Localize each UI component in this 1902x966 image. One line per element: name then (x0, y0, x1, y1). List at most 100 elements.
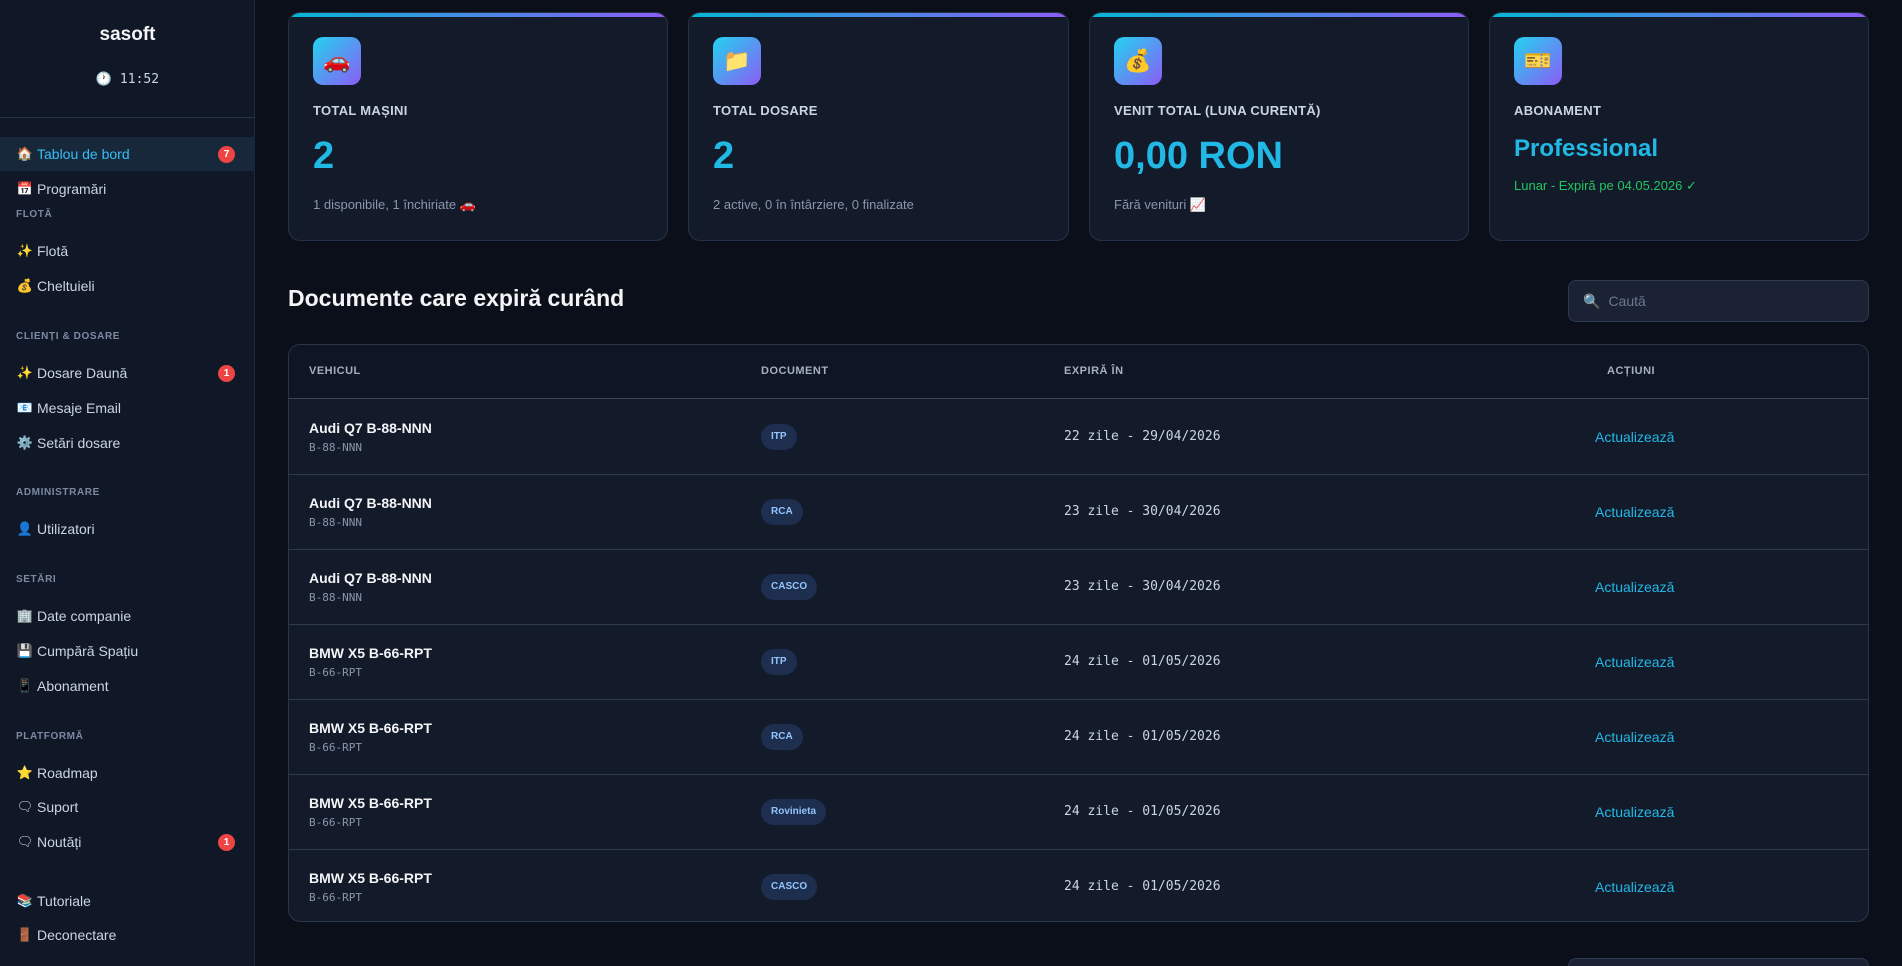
vehicle-name: BMW X5 B-66-RPT (309, 795, 432, 811)
sidebar-item-fleet[interactable]: ✨ Flotă (0, 234, 255, 268)
table-row: BMW X5 B-66-RPT B-66-RPT RCA 24 zile - 0… (289, 700, 1868, 775)
sidebar-item-claims[interactable]: ✨ Dosare Daună 1 (0, 356, 255, 390)
table-row: BMW X5 B-66-RPT B-66-RPT CASCO 24 zile -… (289, 850, 1868, 921)
sidebar-item-label: Setări dosare (37, 435, 121, 451)
document-badge: CASCO (761, 574, 818, 600)
expiring-documents-table: VEHICUL DOCUMENT EXPIRĂ ÎN ACȚIUNI Audi … (288, 344, 1869, 922)
expiry-text: 23 zile - 30/04/2026 (1064, 579, 1221, 594)
sidebar-item-label: Cumpără Spațiu (37, 643, 139, 659)
card-value: 2 (313, 135, 335, 177)
expiry-text: 22 zile - 29/04/2026 (1064, 429, 1221, 444)
sidebar-item-email[interactable]: 📧 Mesaje Email (0, 391, 255, 425)
sidebar-item-label: Suport (37, 799, 79, 815)
sidebar-item-subscription[interactable]: 📱 Abonament (0, 669, 255, 703)
update-link[interactable]: Actualizează (1595, 504, 1674, 520)
next-section-search-edge (1568, 958, 1869, 966)
chat-bubble-icon: 🗨 (16, 799, 34, 814)
card-label: TOTAL DOSARE (713, 103, 818, 118)
sidebar-item-logout[interactable]: 🚪 Deconectare (0, 918, 255, 952)
subscription-plan: Professional (1514, 135, 1659, 162)
update-link[interactable]: Actualizează (1595, 804, 1674, 820)
sidebar-item-storage[interactable]: 💾 Cumpără Spațiu (0, 634, 255, 668)
vehicle-plate: B-88-NNN (309, 591, 362, 604)
money-bag-icon: 💰 (16, 278, 34, 293)
sidebar-item-label: Tablou de bord (37, 146, 130, 162)
card-subtext: 2 active, 0 în întârziere, 0 finalizate (713, 197, 914, 212)
sidebar-item-dashboard[interactable]: 🏠 Tablou de bord 7 (0, 137, 255, 171)
update-link[interactable]: Actualizează (1595, 579, 1674, 595)
sidebar-item-label: Deconectare (37, 927, 117, 943)
expiry-text: 23 zile - 30/04/2026 (1064, 504, 1221, 519)
search-input[interactable] (1608, 293, 1849, 309)
vehicle-name: BMW X5 B-66-RPT (309, 870, 432, 886)
section-label-settings: SETĂRI (16, 574, 57, 585)
card-label: VENIT TOTAL (LUNA CURENTĂ) (1114, 103, 1321, 118)
notification-badge: 1 (218, 834, 235, 851)
sparkles-icon: ✨ (16, 243, 34, 258)
column-header-expires: EXPIRĂ ÎN (1064, 365, 1124, 377)
card-subtext: Fără venituri 📈 (1114, 197, 1207, 212)
section-title: Documente care expiră curând (288, 285, 625, 311)
sidebar-item-label: Dosare Daună (37, 365, 128, 381)
sidebar-item-label: Flotă (37, 243, 69, 259)
update-link[interactable]: Actualizează (1595, 729, 1674, 745)
document-badge: RCA (761, 724, 803, 750)
home-icon: 🏠 (16, 146, 34, 161)
table-row: Audi Q7 B-88-NNN B-88-NNN RCA 23 zile - … (289, 475, 1868, 550)
sidebar-item-tutorials[interactable]: 📚 Tutoriale (0, 884, 255, 918)
sidebar-item-label: Tutoriale (37, 893, 91, 909)
update-link[interactable]: Actualizează (1595, 654, 1674, 670)
card-value: 0,00 RON (1114, 135, 1283, 177)
document-badge: CASCO (761, 874, 818, 900)
app: sasoft 🕐 11:52 🏠 Tablou de bord 7 📅 Prog… (0, 0, 1902, 966)
update-link[interactable]: Actualizează (1595, 429, 1674, 445)
stat-card-cars: 🚗 TOTAL MAȘINI 2 1 disponibile, 1 închir… (288, 12, 668, 241)
vehicle-plate: B-88-NNN (309, 516, 362, 529)
vehicle-plate: B-66-RPT (309, 741, 362, 754)
table-row: Audi Q7 B-88-NNN B-88-NNN ITP 22 zile - … (289, 400, 1868, 475)
sidebar-item-appointments[interactable]: 📅 Programări (0, 172, 255, 206)
section-label-clients: CLIENȚI & DOSARE (16, 331, 121, 342)
sidebar-item-company[interactable]: 🏢 Date companie (0, 599, 255, 633)
expiry-text: 24 zile - 01/05/2026 (1064, 879, 1221, 894)
document-badge: ITP (761, 424, 797, 450)
sidebar-item-roadmap[interactable]: ⭐ Roadmap (0, 756, 255, 790)
sidebar-divider (0, 117, 255, 118)
vehicle-name: Audi Q7 B-88-NNN (309, 495, 432, 511)
vehicle-plate: B-66-RPT (309, 891, 362, 904)
subscription-expiry: Lunar - Expiră pe 04.05.2026 ✓ (1514, 178, 1697, 193)
vehicle-plate: B-88-NNN (309, 441, 362, 454)
card-label: TOTAL MAȘINI (313, 103, 408, 118)
card-subtext: 1 disponibile, 1 închiriate 🚗 (313, 197, 476, 212)
search-box[interactable]: 🔍 (1568, 280, 1869, 322)
sidebar-item-users[interactable]: 👤 Utilizatori (0, 512, 255, 546)
sidebar-item-claim-settings[interactable]: ⚙️ Setări dosare (0, 426, 255, 460)
sidebar-item-label: Abonament (37, 678, 109, 694)
door-icon: 🚪 (16, 927, 34, 942)
user-icon: 👤 (16, 521, 34, 536)
calendar-icon: 📅 (16, 181, 34, 196)
card-accent-bar (289, 13, 667, 17)
gear-icon: ⚙️ (16, 435, 34, 450)
update-link[interactable]: Actualizează (1595, 879, 1674, 895)
sidebar-item-news[interactable]: 🗨 Noutăți 1 (0, 825, 255, 859)
money-bag-icon: 💰 (1114, 37, 1162, 85)
vehicle-name: BMW X5 B-66-RPT (309, 720, 432, 736)
column-header-actions: ACȚIUNI (1607, 365, 1656, 377)
column-header-vehicle: VEHICUL (309, 365, 361, 377)
folder-icon: 📁 (713, 37, 761, 85)
sidebar-item-support[interactable]: 🗨 Suport (0, 790, 255, 824)
table-header: VEHICUL DOCUMENT EXPIRĂ ÎN ACȚIUNI (289, 345, 1868, 399)
expiry-text: 24 zile - 01/05/2026 (1064, 804, 1221, 819)
sidebar-item-label: Date companie (37, 608, 132, 624)
notification-badge: 7 (218, 146, 235, 163)
sidebar-item-expenses[interactable]: 💰 Cheltuieli (0, 269, 255, 303)
sidebar-item-label: Utilizatori (37, 521, 95, 537)
document-badge: RCA (761, 499, 803, 525)
books-icon: 📚 (16, 893, 34, 908)
phone-icon: 📱 (16, 678, 34, 693)
sidebar-item-label: Roadmap (37, 765, 98, 781)
chat-bubble-icon: 🗨 (16, 834, 34, 849)
sidebar: sasoft 🕐 11:52 🏠 Tablou de bord 7 📅 Prog… (0, 0, 255, 966)
stat-card-files: 📁 TOTAL DOSARE 2 2 active, 0 în întârzie… (688, 12, 1069, 241)
